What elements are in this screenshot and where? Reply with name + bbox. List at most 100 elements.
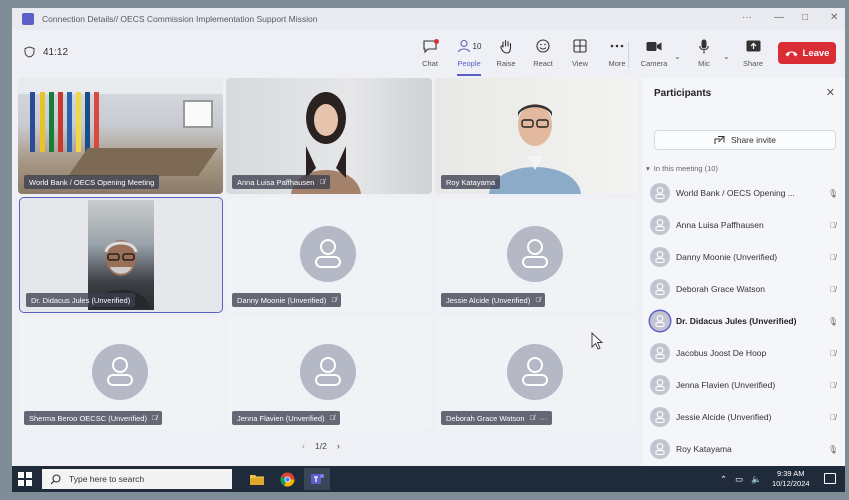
video-tile-jenna[interactable]: Jenna Flavien (Unverified) 🎙̸ xyxy=(226,316,432,430)
teams-app-icon xyxy=(22,13,34,25)
video-tile-sherma[interactable]: Sherma Beroo OECSC (Unverified) 🎙̸ xyxy=(18,316,223,430)
participant-row[interactable]: Dr. Didacus Jules (Unverified) 🎙 xyxy=(650,308,840,334)
tile-name-text: Roy Katayama xyxy=(446,177,496,187)
mic-off-icon: 🎙̸ xyxy=(535,296,541,304)
tray-expand-chevron-icon[interactable]: ⌃ xyxy=(720,474,727,485)
teams-taskbar-icon[interactable] xyxy=(304,468,330,490)
participant-name: Jacobus Joost De Hoop xyxy=(676,348,767,358)
search-placeholder: Type here to search xyxy=(69,474,145,484)
participant-row[interactable]: Deborah Grace Watson 🎙̸ xyxy=(650,276,840,302)
raise-label: Raise xyxy=(496,59,516,68)
participant-row[interactable]: Jenna Flavien (Unverified) 🎙̸ xyxy=(650,372,840,398)
taskbar-clock[interactable]: 9:39 AM 10/12/2024 xyxy=(772,469,810,489)
participants-panel: Participants ✕ Share invite ▾ In this me… xyxy=(642,78,845,468)
participant-avatar xyxy=(650,375,670,395)
share-button[interactable]: Share xyxy=(733,36,773,72)
tile-name-text: Deborah Grace Watson xyxy=(446,413,525,423)
leave-label: Leave xyxy=(802,47,830,59)
windows-start-button[interactable] xyxy=(18,472,32,486)
leave-button[interactable]: Leave xyxy=(778,42,836,64)
react-button[interactable]: React xyxy=(523,36,563,72)
system-tray: ⌃ ▭ 🔈 xyxy=(720,466,762,492)
participant-row[interactable]: Roy Katayama 🎙 xyxy=(650,436,840,462)
microphone-icon xyxy=(699,36,709,56)
person-icon xyxy=(655,315,665,327)
notification-center-icon[interactable] xyxy=(824,473,836,484)
camera-options-chevron-icon[interactable]: ⌄ xyxy=(674,52,681,61)
video-tile-anna[interactable]: Anna Luisa Paffhausen 🎙̸ xyxy=(226,78,432,194)
video-tile-didacus[interactable]: Dr. Didacus Jules (Unverified) xyxy=(19,197,223,313)
person-icon xyxy=(522,357,548,386)
camera-button[interactable]: Camera xyxy=(634,36,674,72)
in-meeting-section-header[interactable]: ▾ In this meeting (10) xyxy=(646,164,718,173)
video-tile-roy[interactable]: Roy Katayama xyxy=(435,78,638,194)
people-button[interactable]: 10 People xyxy=(449,36,489,76)
taskbar-search-box[interactable]: Type here to search xyxy=(42,469,232,489)
tile-name-text: Sherma Beroo OECSC (Unverified) xyxy=(29,413,147,423)
mic-off-icon: 🎙̸ xyxy=(830,252,836,262)
title-bar: Connection Details// OECS Commission Imp… xyxy=(12,8,845,30)
mic-button[interactable]: Mic xyxy=(684,36,724,72)
participant-avatar xyxy=(507,344,563,400)
people-label: People xyxy=(457,59,481,68)
volume-icon[interactable]: 🔈 xyxy=(751,474,762,485)
mic-off-icon: 🎙̸ xyxy=(319,178,325,186)
participant-row[interactable]: World Bank / OECS Opening ... 🎙 xyxy=(650,180,840,206)
participant-avatar xyxy=(650,343,670,363)
video-grid: World Bank / OECS Opening Meeting Anna L… xyxy=(18,78,638,478)
file-explorer-icon[interactable] xyxy=(244,468,270,490)
smiley-icon xyxy=(536,36,550,56)
chat-button[interactable]: Chat xyxy=(410,36,450,72)
more-button[interactable]: More xyxy=(597,36,637,72)
share-screen-icon xyxy=(746,36,761,56)
meeting-toolbar: 41:12 Chat 10 People Raise React View Mo… xyxy=(12,30,845,78)
tile-more-options-button[interactable]: ··· xyxy=(540,414,548,423)
participant-row[interactable]: Anna Luisa Paffhausen 🎙̸ xyxy=(650,212,840,238)
participant-avatar xyxy=(650,279,670,299)
clock-date: 10/12/2024 xyxy=(772,479,810,488)
share-icon xyxy=(714,136,725,144)
hang-up-icon xyxy=(785,51,798,56)
mic-off-icon: 🎙̸ xyxy=(331,296,337,304)
next-page-button[interactable]: › xyxy=(337,441,340,451)
video-tile-room[interactable]: World Bank / OECS Opening Meeting xyxy=(18,78,223,194)
close-window-button[interactable]: ✕ xyxy=(830,12,838,23)
participant-avatar xyxy=(650,311,670,331)
close-panel-icon[interactable]: ✕ xyxy=(826,86,835,99)
share-invite-button[interactable]: Share invite xyxy=(654,130,836,150)
hand-icon xyxy=(499,36,513,56)
video-tile-name: Roy Katayama xyxy=(441,175,501,189)
window-more-button[interactable]: ··· xyxy=(742,12,752,23)
meeting-timer: 41:12 xyxy=(24,46,68,58)
network-icon[interactable]: ▭ xyxy=(735,474,743,485)
camera-label: Camera xyxy=(640,59,668,68)
person-icon xyxy=(655,251,665,263)
microphone-icon: 🎙 xyxy=(827,188,839,198)
chrome-browser-icon[interactable] xyxy=(274,468,300,490)
view-button[interactable]: View xyxy=(560,36,600,72)
mic-options-chevron-icon[interactable]: ⌄ xyxy=(723,52,730,61)
raise-hand-button[interactable]: Raise xyxy=(486,36,526,72)
previous-page-button[interactable]: ‹ xyxy=(302,441,305,451)
video-tile-name: Jessie Alcide (Unverified) 🎙̸ xyxy=(441,293,546,307)
maximize-button[interactable]: □ xyxy=(802,12,808,23)
participant-avatar xyxy=(650,183,670,203)
video-tile-jessie[interactable]: Jessie Alcide (Unverified) 🎙̸ xyxy=(435,198,638,312)
video-tile-deborah[interactable]: Deborah Grace Watson 🎙̸ ··· xyxy=(435,316,638,430)
participant-avatar xyxy=(650,407,670,427)
participant-name: Deborah Grace Watson xyxy=(676,284,765,294)
video-tile-danny[interactable]: Danny Moonie (Unverified) 🎙̸ xyxy=(226,198,432,312)
minimize-button[interactable]: — xyxy=(774,12,784,23)
person-icon xyxy=(655,283,665,295)
video-tile-name: Deborah Grace Watson 🎙̸ ··· xyxy=(441,411,553,425)
mic-off-icon: 🎙̸ xyxy=(329,414,335,422)
mic-off-icon: 🎙̸ xyxy=(830,412,836,422)
timer-text: 41:12 xyxy=(43,46,69,58)
participant-row[interactable]: Jacobus Joost De Hoop 🎙̸ xyxy=(650,340,840,366)
tile-name-text: Dr. Didacus Jules (Unverified) xyxy=(31,295,131,305)
participant-row[interactable]: Jessie Alcide (Unverified) 🎙̸ xyxy=(650,404,840,430)
participant-avatar xyxy=(650,215,670,235)
participant-row[interactable]: Danny Moonie (Unverified) 🎙̸ xyxy=(650,244,840,270)
person-icon xyxy=(655,411,665,423)
people-count: 10 xyxy=(472,41,482,51)
